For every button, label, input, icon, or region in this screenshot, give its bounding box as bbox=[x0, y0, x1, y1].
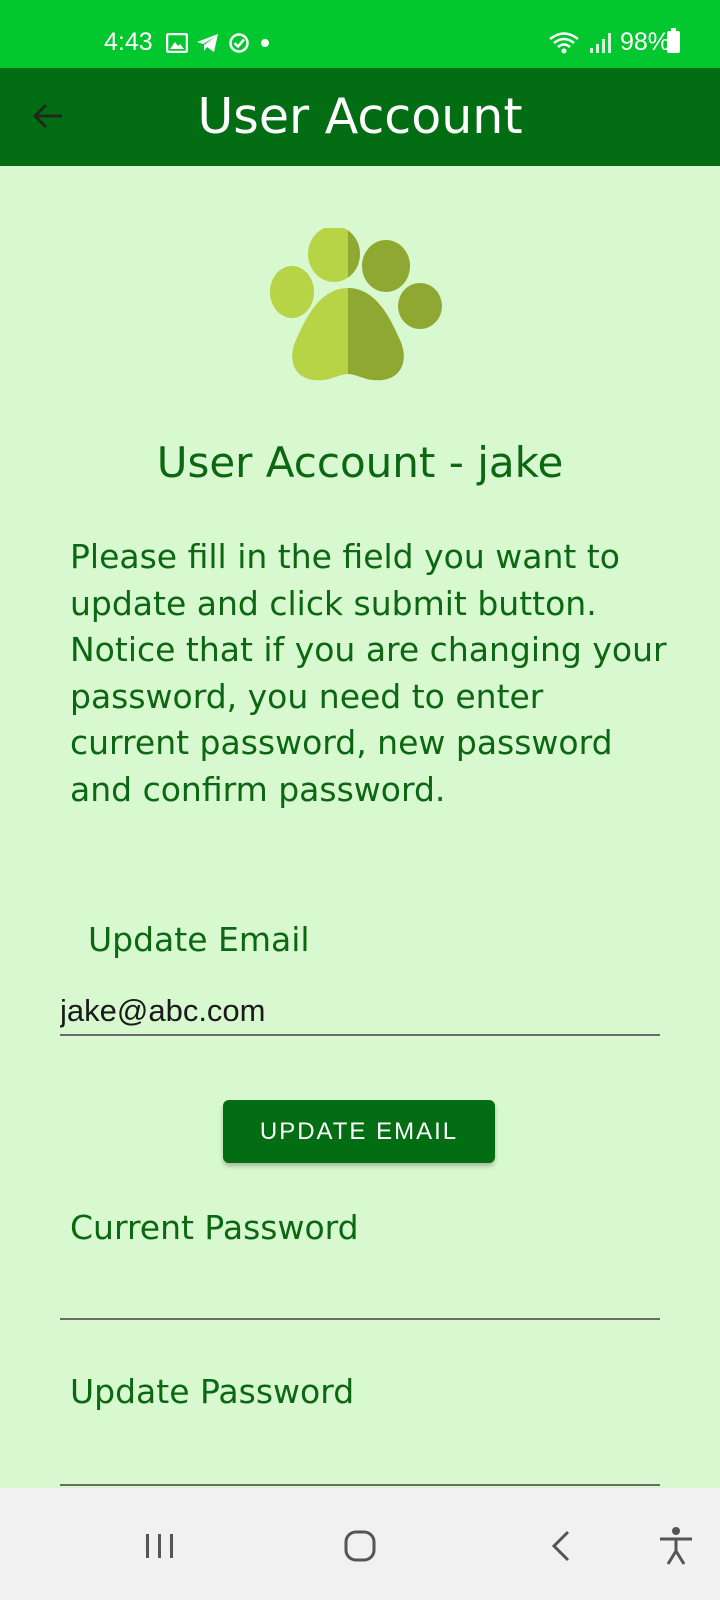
current-password-label: Current Password bbox=[70, 1208, 359, 1247]
battery-icon bbox=[667, 28, 680, 53]
notification-icons bbox=[166, 32, 272, 54]
recent-apps-icon[interactable] bbox=[138, 1524, 182, 1568]
system-icons: 98% bbox=[548, 28, 670, 57]
status-time: 4:43 bbox=[104, 28, 153, 56]
navigation-bar bbox=[0, 1488, 720, 1600]
email-field[interactable] bbox=[60, 988, 660, 1036]
back-icon[interactable] bbox=[540, 1524, 584, 1568]
gallery-icon bbox=[166, 33, 188, 53]
update-password-label: Update Password bbox=[70, 1372, 355, 1411]
paw-icon bbox=[270, 228, 442, 381]
update-email-button[interactable]: UPDATE EMAIL bbox=[223, 1100, 495, 1163]
telegram-icon bbox=[197, 34, 218, 52]
battery-percent: 98% bbox=[619, 28, 670, 56]
signal-icon bbox=[589, 32, 611, 53]
app-bar: User Account bbox=[0, 68, 720, 166]
current-password-field[interactable] bbox=[60, 1270, 660, 1320]
app-title: User Account bbox=[197, 88, 523, 145]
update-password-field[interactable] bbox=[60, 1436, 660, 1486]
email-label: Update Email bbox=[88, 920, 310, 959]
wifi-icon bbox=[549, 31, 579, 53]
dot-icon bbox=[261, 39, 269, 47]
instructions-text: Please fill in the field you want to upd… bbox=[70, 537, 667, 809]
accessibility-icon[interactable] bbox=[654, 1524, 698, 1568]
home-icon[interactable] bbox=[338, 1524, 382, 1568]
check-circle-icon bbox=[229, 33, 249, 53]
status-bar: 4:43 98% bbox=[0, 0, 720, 68]
page-heading: User Account - jake bbox=[156, 438, 564, 487]
